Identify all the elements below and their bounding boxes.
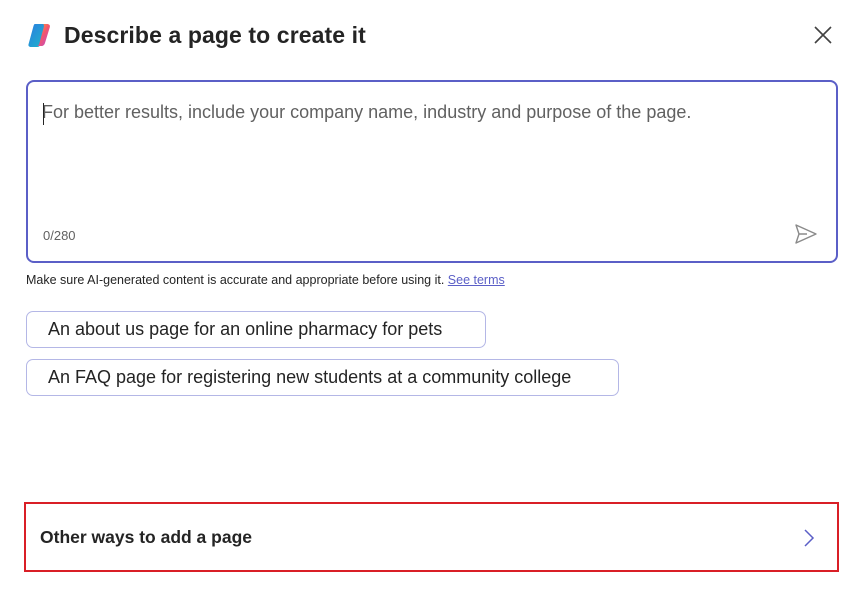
send-icon xyxy=(795,224,817,244)
ai-disclaimer: Make sure AI-generated content is accura… xyxy=(26,273,505,287)
create-page-dialog: Describe a page to create it 0/280 Make … xyxy=(0,0,862,601)
suggestion-chip[interactable]: An FAQ page for registering new students… xyxy=(26,359,619,396)
prompt-input[interactable] xyxy=(42,100,812,220)
see-terms-link[interactable]: See terms xyxy=(448,273,505,287)
dialog-header: Describe a page to create it xyxy=(26,18,844,52)
close-icon xyxy=(814,26,832,44)
other-ways-label: Other ways to add a page xyxy=(40,526,252,547)
text-caret xyxy=(43,103,44,125)
chevron-right-icon xyxy=(799,526,819,550)
send-button[interactable] xyxy=(792,220,820,248)
dialog-title: Describe a page to create it xyxy=(64,21,366,48)
other-ways-button[interactable]: Other ways to add a page xyxy=(24,502,839,572)
disclaimer-text: Make sure AI-generated content is accura… xyxy=(26,273,445,287)
copilot-logo-icon xyxy=(28,24,50,47)
suggestion-chip[interactable]: An about us page for an online pharmacy … xyxy=(26,311,486,348)
prompt-box: 0/280 xyxy=(26,80,838,263)
close-button[interactable] xyxy=(808,20,838,50)
character-count: 0/280 xyxy=(43,228,76,243)
